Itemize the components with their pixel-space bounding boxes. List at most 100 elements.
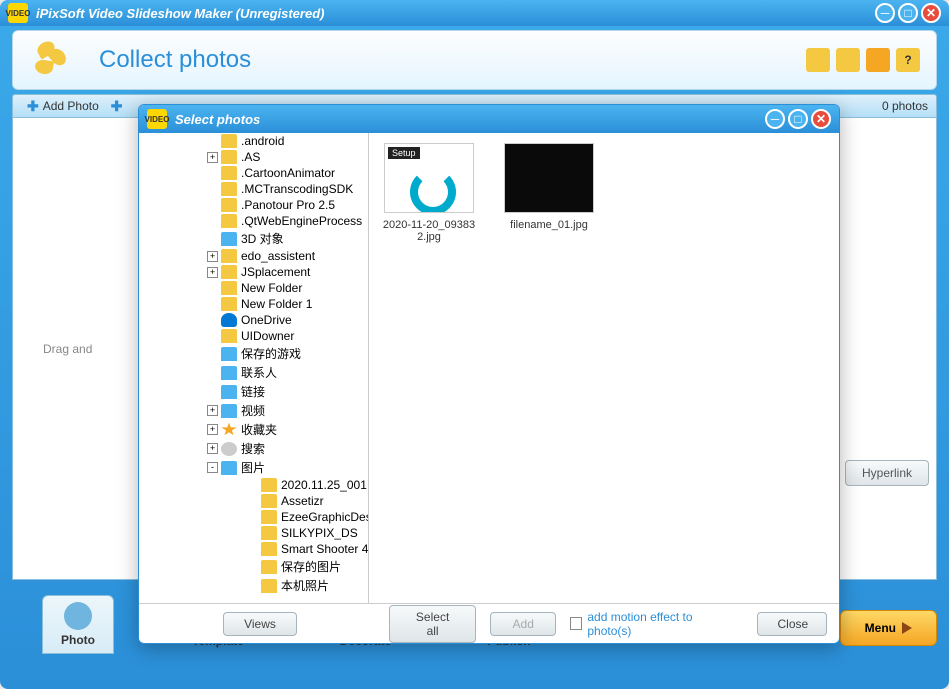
minimize-button[interactable]: ─	[875, 3, 895, 23]
hyperlink-button[interactable]: Hyperlink	[845, 460, 929, 486]
page-title: Collect photos	[99, 46, 251, 74]
expand-icon[interactable]: -	[207, 462, 218, 473]
close-dialog-button[interactable]: Close	[757, 612, 827, 636]
thumbnail-image	[384, 143, 474, 213]
tree-item[interactable]: EzeeGraphicDesigner	[139, 509, 368, 525]
dialog-maximize-button[interactable]: □	[788, 109, 808, 129]
tree-label: OneDrive	[241, 313, 292, 327]
tree-item[interactable]: SILKYPIX_DS	[139, 525, 368, 541]
expand-icon[interactable]: +	[207, 152, 218, 163]
tree-label: 搜索	[241, 440, 265, 457]
tree-item[interactable]: + edo_assistent	[139, 248, 368, 264]
thumbnail-item[interactable]: filename_01.jpg	[499, 143, 599, 231]
tree-label: JSplacement	[241, 265, 310, 279]
tree-item[interactable]: 保存的游戏	[139, 344, 368, 363]
close-button[interactable]: ✕	[921, 3, 941, 23]
tree-item[interactable]: UIDowner	[139, 328, 368, 344]
thumbnail-image	[504, 143, 594, 213]
add-button[interactable]: Add	[490, 612, 556, 636]
dialog-body: .android + .AS.CartoonAnimator.MCTranscodi…	[139, 133, 839, 603]
person-icon[interactable]	[866, 48, 890, 72]
tree-item[interactable]: 联系人	[139, 363, 368, 382]
tree-item[interactable]: .MCTranscodingSDK	[139, 181, 368, 197]
dialog-minimize-button[interactable]: ─	[765, 109, 785, 129]
tree-label: 3D 对象	[241, 230, 284, 247]
tree-item[interactable]: Assetizr	[139, 493, 368, 509]
folder-icon[interactable]	[806, 48, 830, 72]
drop-hint: Drag and	[43, 342, 92, 356]
tree-item[interactable]: .Panotour Pro 2.5	[139, 197, 368, 213]
tree-item[interactable]: + .AS	[139, 149, 368, 165]
folder-icon	[261, 526, 277, 540]
tree-label: .Panotour Pro 2.5	[241, 198, 335, 212]
tab-label: Photo	[61, 633, 95, 647]
tree-item[interactable]: + JSplacement	[139, 264, 368, 280]
expand-icon[interactable]: +	[207, 251, 218, 262]
folder-icon	[221, 347, 237, 361]
tree-label: 保存的图片	[281, 558, 341, 575]
folder-tree[interactable]: .android + .AS.CartoonAnimator.MCTranscodi…	[139, 133, 369, 603]
header: Collect photos ?	[12, 30, 937, 90]
arrow-right-icon	[902, 622, 912, 634]
tree-label: EzeeGraphicDesigner	[281, 510, 369, 524]
tree-item[interactable]: 链接	[139, 382, 368, 401]
motion-label: add motion effect to photo(s)	[587, 610, 728, 638]
tree-label: UIDowner	[241, 329, 294, 343]
checkbox-icon	[570, 617, 582, 630]
dialog-window-controls: ─ □ ✕	[765, 109, 831, 129]
tree-label: .AS	[241, 150, 260, 164]
tree-item[interactable]: New Folder 1	[139, 296, 368, 312]
tree-label: Smart Shooter 4	[281, 542, 368, 556]
folder-icon	[221, 423, 237, 437]
tree-item[interactable]: New Folder	[139, 280, 368, 296]
expand-icon[interactable]: +	[207, 405, 218, 416]
expand-icon[interactable]: +	[207, 424, 218, 435]
expand-icon[interactable]: +	[207, 443, 218, 454]
tree-item[interactable]: 2020.11.25_001	[139, 477, 368, 493]
folder-icon	[261, 579, 277, 593]
tree-label: 保存的游戏	[241, 345, 301, 362]
tree-label: .MCTranscodingSDK	[241, 182, 353, 196]
tree-label: edo_assistent	[241, 249, 315, 263]
dialog-footer: Views Select all Add add motion effect t…	[139, 603, 839, 643]
tree-item[interactable]: 本机照片	[139, 576, 368, 595]
tree-item[interactable]: +视频	[139, 401, 368, 420]
folder-icon	[221, 182, 237, 196]
photo-tab-icon	[64, 602, 92, 630]
folder-icon	[261, 478, 277, 492]
photo-count: 0 photos	[882, 99, 928, 113]
thumbnail-label: 2020-11-20_093832.jpg	[379, 219, 479, 243]
tree-item[interactable]: .android	[139, 133, 368, 149]
menu-label: Menu	[865, 621, 896, 635]
window-controls: ─ □ ✕	[875, 3, 941, 23]
dialog-close-button[interactable]: ✕	[811, 109, 831, 129]
tree-item[interactable]: 保存的图片	[139, 557, 368, 576]
tree-item[interactable]: -图片	[139, 458, 368, 477]
maximize-button[interactable]: □	[898, 3, 918, 23]
tree-item[interactable]: + 搜索	[139, 439, 368, 458]
folder-icon	[221, 366, 237, 380]
tree-label: 联系人	[241, 364, 277, 381]
tree-item[interactable]: .QtWebEngineProcess	[139, 213, 368, 229]
folder-icon	[221, 265, 237, 279]
folder-icon	[221, 232, 237, 246]
thumbnail-panel: 2020-11-20_093832.jpg filename_01.jpg	[369, 133, 839, 603]
views-button[interactable]: Views	[223, 612, 297, 636]
tree-label: New Folder	[241, 281, 302, 295]
tree-item[interactable]: 3D 对象	[139, 229, 368, 248]
main-window: VIDEO iPixSoft Video Slideshow Maker (Un…	[0, 0, 949, 689]
select-all-button[interactable]: Select all	[389, 605, 476, 643]
tree-item[interactable]: Smart Shooter 4	[139, 541, 368, 557]
thumbnail-item[interactable]: 2020-11-20_093832.jpg	[379, 143, 479, 243]
folder-icon	[221, 281, 237, 295]
menu-button[interactable]: Menu	[840, 610, 937, 646]
tree-item[interactable]: +收藏夹	[139, 420, 368, 439]
folder-open-icon[interactable]	[836, 48, 860, 72]
help-icon[interactable]: ?	[896, 48, 920, 72]
expand-icon[interactable]: +	[207, 267, 218, 278]
tree-item[interactable]: .CartoonAnimator	[139, 165, 368, 181]
tab-photo[interactable]: Photo	[42, 595, 114, 654]
motion-effect-checkbox[interactable]: add motion effect to photo(s)	[570, 610, 728, 638]
add-photo-button[interactable]: ✚ Add Photo	[21, 96, 105, 117]
tree-item[interactable]: OneDrive	[139, 312, 368, 328]
